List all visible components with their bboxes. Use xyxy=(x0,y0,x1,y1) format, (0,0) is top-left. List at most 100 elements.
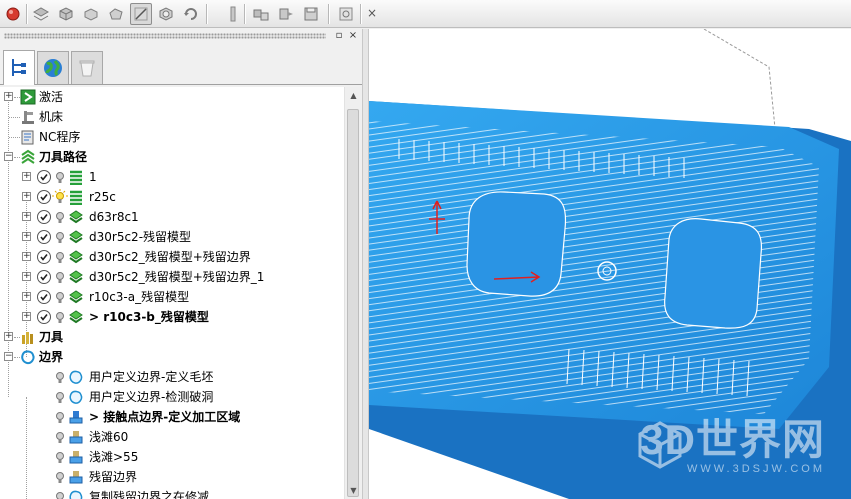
lightbulb-icon[interactable] xyxy=(52,429,68,445)
checkmark-icon[interactable] xyxy=(36,209,52,225)
boundary-item[interactable]: 用户定义边界-检测破洞 xyxy=(0,387,344,407)
cube-logo-icon xyxy=(638,421,682,469)
toolpath-folder-icon xyxy=(21,149,35,164)
tree-item-nc-program[interactable]: NC程序 xyxy=(0,127,344,147)
boundary-item-active[interactable]: > 接触点边界-定义加工区域 xyxy=(0,407,344,427)
toolbar-separator xyxy=(26,4,27,24)
expand-toggle[interactable]: + xyxy=(4,332,13,341)
model-icon[interactable] xyxy=(55,3,77,25)
stock-icon[interactable] xyxy=(275,3,297,25)
lightbulb-icon[interactable] xyxy=(52,229,68,245)
tree-item-label: d30r5c2_残留模型+残留边界_1 xyxy=(89,270,265,284)
boundary-item[interactable]: 复制残留边界之在修减 xyxy=(0,487,344,499)
lightbulb-icon[interactable] xyxy=(52,309,68,325)
tree-item-label: 浅滩>55 xyxy=(89,450,139,464)
block-icon[interactable] xyxy=(80,3,102,25)
boundary-icon[interactable] xyxy=(105,3,127,25)
scroll-up-icon[interactable]: ▲ xyxy=(345,87,362,104)
toolpath-3d-icon xyxy=(69,270,83,284)
lightbulb-icon[interactable] xyxy=(52,409,68,425)
lightbulb-icon[interactable] xyxy=(52,489,68,499)
panel-splitter[interactable] xyxy=(362,29,369,499)
lightbulb-icon[interactable] xyxy=(52,369,68,385)
boundary-item[interactable]: 残留边界 xyxy=(0,467,344,487)
lightbulb-icon[interactable] xyxy=(52,249,68,265)
contact-boundary-icon xyxy=(69,411,83,424)
tree-item-label: 残留边界 xyxy=(89,470,138,484)
expand-toggle[interactable]: + xyxy=(22,192,31,201)
explorer-tree[interactable]: + 激活 机床 NC程序 − 刀具路径 + 1 + r25c + d63r8c1… xyxy=(0,87,344,499)
user-boundary-icon xyxy=(69,390,83,404)
boundary-item[interactable]: 浅滩60 xyxy=(0,427,344,447)
rotate-icon[interactable] xyxy=(180,3,202,25)
tree-item-activate[interactable]: + 激活 xyxy=(0,87,344,107)
toolpath-item[interactable]: + 1 xyxy=(0,167,344,187)
boundary-item[interactable]: 用户定义边界-定义毛坯 xyxy=(0,367,344,387)
explorer-tree-tab[interactable] xyxy=(3,50,35,85)
toolpath-3d-icon xyxy=(69,250,83,264)
lightbulb-icon[interactable] xyxy=(52,209,68,225)
expand-toggle[interactable]: + xyxy=(22,312,31,321)
select-icon[interactable] xyxy=(130,3,152,25)
tree-scrollbar[interactable]: ▲ ▼ xyxy=(344,87,361,499)
layer-icon[interactable] xyxy=(30,3,52,25)
checkmark-icon[interactable] xyxy=(36,269,52,285)
collapse-toggle[interactable]: − xyxy=(4,352,13,361)
lightbulb-icon[interactable] xyxy=(52,449,68,465)
expand-toggle[interactable]: + xyxy=(22,212,31,221)
tree-item-label: d30r5c2-残留模型 xyxy=(89,230,192,244)
checkmark-icon[interactable] xyxy=(36,289,52,305)
expand-toggle[interactable]: + xyxy=(22,252,31,261)
toolpath-item[interactable]: + d30r5c2_残留模型+残留边界_1 xyxy=(0,267,344,287)
toolpath-item[interactable]: + d63r8c1 xyxy=(0,207,344,227)
checkmark-icon[interactable] xyxy=(36,229,52,245)
tree-item-tools[interactable]: + 刀具 xyxy=(0,327,344,347)
toolbar-close-icon[interactable]: × xyxy=(365,6,379,20)
expand-toggle[interactable]: + xyxy=(4,92,13,101)
lightbulb-on-icon[interactable] xyxy=(52,189,68,205)
lightbulb-icon[interactable] xyxy=(52,469,68,485)
scroll-down-icon[interactable]: ▼ xyxy=(345,482,362,499)
info-icon[interactable] xyxy=(335,3,357,25)
boundary-item[interactable]: 浅滩>55 xyxy=(0,447,344,467)
toolbar-separator xyxy=(360,4,361,24)
close-panel-icon[interactable]: × xyxy=(347,30,359,42)
expand-toggle[interactable]: + xyxy=(22,292,31,301)
tree-item-label: 用户定义边界-检测破洞 xyxy=(89,390,214,404)
save-icon[interactable] xyxy=(300,3,322,25)
record-icon[interactable] xyxy=(2,3,24,25)
float-panel-icon[interactable]: ▫ xyxy=(333,30,345,42)
collapse-toggle[interactable]: − xyxy=(4,152,13,161)
expand-toggle[interactable]: + xyxy=(22,272,31,281)
checkmark-icon[interactable] xyxy=(36,169,52,185)
tree-item-machine[interactable]: 机床 xyxy=(0,107,344,127)
recycle-bin-tab[interactable] xyxy=(71,51,103,84)
expand-toggle[interactable]: + xyxy=(22,172,31,181)
graphics-viewport[interactable]: 3D世界网 WWW.3DSJW.COM xyxy=(369,29,851,499)
tree-item-toolpaths[interactable]: − 刀具路径 xyxy=(0,147,344,167)
pattern-icon[interactable] xyxy=(250,3,272,25)
scroll-thumb[interactable] xyxy=(347,109,359,497)
globe-tab[interactable] xyxy=(37,51,69,84)
activate-icon xyxy=(20,89,36,105)
checkmark-icon[interactable] xyxy=(36,309,52,325)
cube-icon[interactable] xyxy=(155,3,177,25)
toolpath-item[interactable]: + r10c3-a_残留模型 xyxy=(0,287,344,307)
lightbulb-icon[interactable] xyxy=(52,269,68,285)
toolpath-item[interactable]: + d30r5c2-残留模型 xyxy=(0,227,344,247)
lightbulb-icon[interactable] xyxy=(52,389,68,405)
tree-item-label: 激活 xyxy=(39,90,64,104)
toolpath-item-active[interactable]: + > r10c3-b_残留模型 xyxy=(0,307,344,327)
tree-item-boundaries[interactable]: − 边界 xyxy=(0,347,344,367)
toolbar-separator xyxy=(206,4,207,24)
expand-toggle[interactable]: + xyxy=(22,232,31,241)
lightbulb-icon[interactable] xyxy=(52,169,68,185)
separator-icon[interactable] xyxy=(222,3,244,25)
checkmark-icon[interactable] xyxy=(36,249,52,265)
lightbulb-icon[interactable] xyxy=(52,289,68,305)
drag-grip[interactable] xyxy=(4,33,326,39)
checkmark-icon[interactable] xyxy=(36,189,52,205)
toolpath-item[interactable]: + r25c xyxy=(0,187,344,207)
toolpath-item[interactable]: + d30r5c2_残留模型+残留边界 xyxy=(0,247,344,267)
toolpath-3d-icon xyxy=(69,210,83,224)
